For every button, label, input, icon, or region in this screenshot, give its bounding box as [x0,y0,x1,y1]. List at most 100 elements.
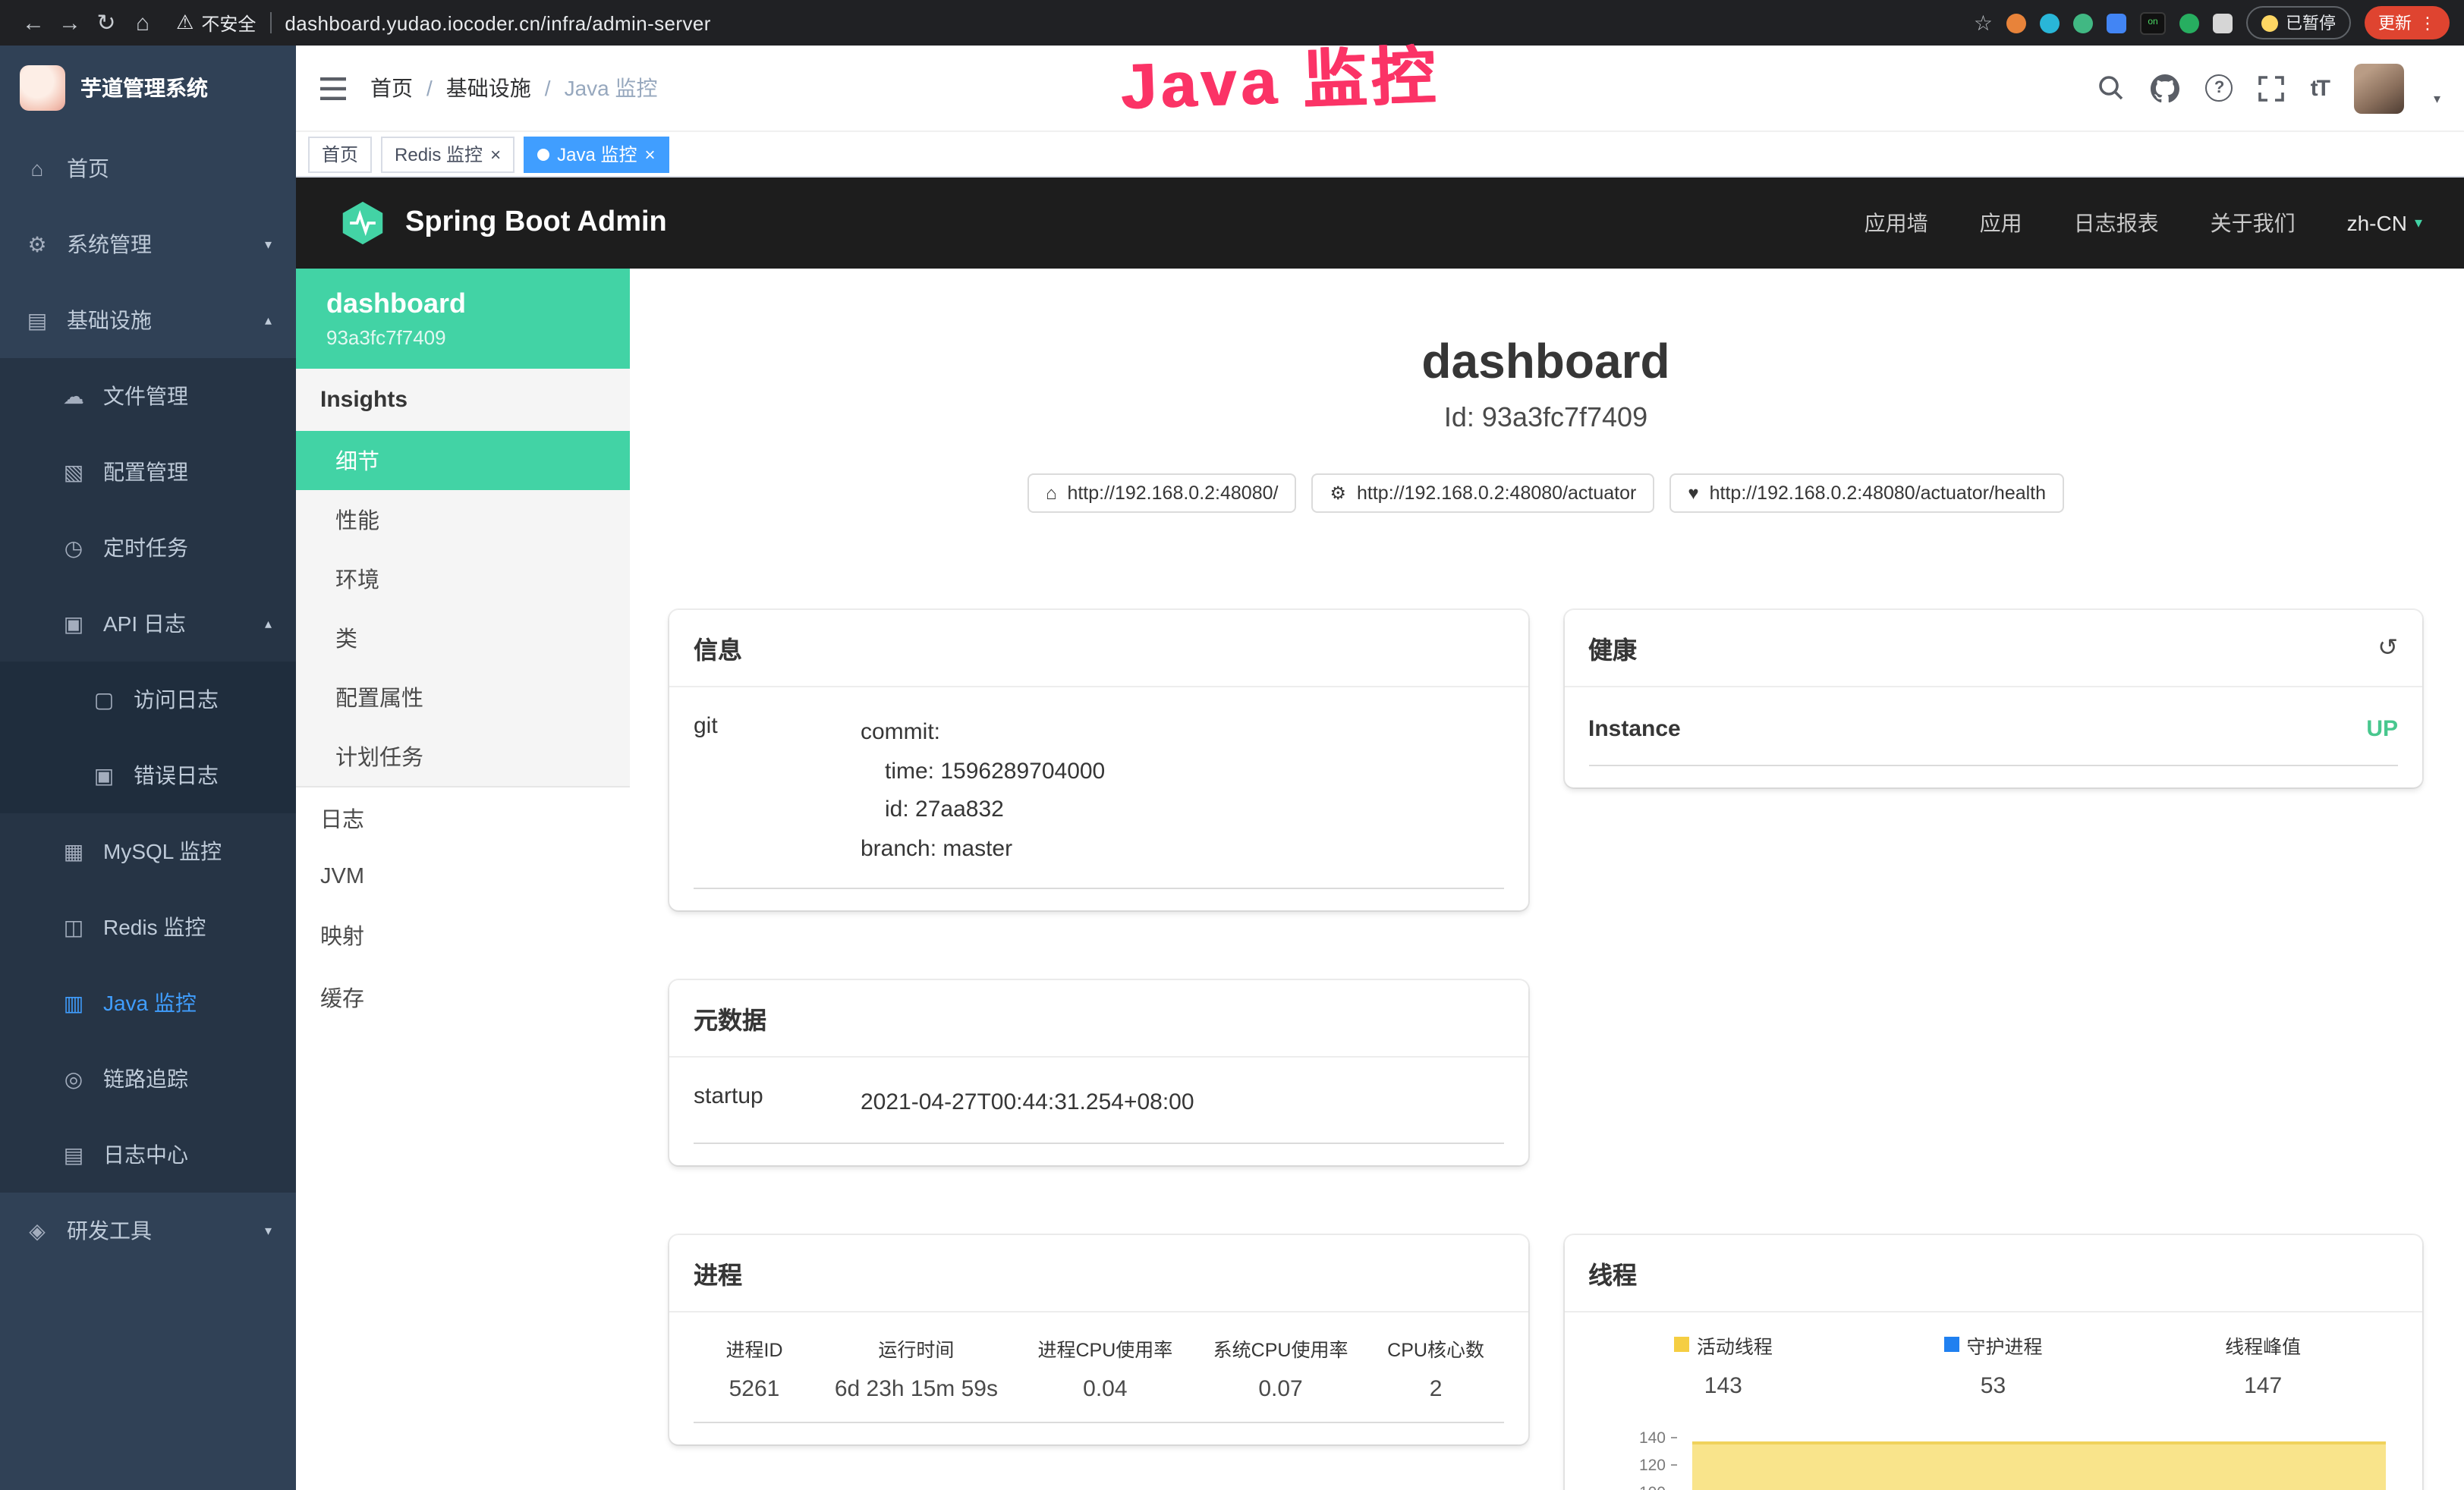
fullscreen-icon[interactable] [2259,75,2285,101]
breadcrumb-home[interactable]: 首页 [370,73,413,103]
threads-legend: 活动线程 143 守护进程 [1588,1330,2398,1398]
sidebar-item-java-monitor[interactable]: ▥ Java 监控 [0,965,296,1041]
sba-nav-wallboard[interactable]: 应用墙 [1865,208,1928,238]
menu-kebab-icon[interactable]: ⋮ [2419,13,2436,33]
cards-grid: 信息 git commit: time: 1596289704000 id: 2 [669,610,2422,1490]
extension-icon[interactable] [2179,13,2199,33]
locale-select[interactable]: zh-CN ▾ [2347,211,2422,235]
browser-home-icon[interactable]: ⌂ [124,10,161,36]
sidebar-item-cron[interactable]: ◷ 定时任务 [0,510,296,586]
sba-item-scheduled-tasks[interactable]: 计划任务 [296,727,630,786]
user-avatar[interactable] [2355,63,2405,113]
live-threads-area [1691,1441,2386,1490]
sba-nav-journal[interactable]: 日志报表 [2074,208,2159,238]
sba-brand[interactable]: Spring Boot Admin [405,206,667,240]
sba-instance-header[interactable]: dashboard 93a3fc7f7409 [296,269,630,369]
help-icon[interactable]: ? [2206,74,2233,102]
reload-icon[interactable]: ↻ [88,9,124,36]
security-label[interactable]: 不安全 [201,10,256,36]
app-logo-icon [20,65,65,111]
chevron-down-icon: ▾ [265,236,272,253]
sba-item-environment[interactable]: 环境 [296,549,630,608]
close-icon[interactable]: × [490,145,501,163]
back-icon[interactable]: ← [15,10,52,36]
sba-item-jvm[interactable]: JVM [296,850,630,904]
forward-icon[interactable]: → [52,10,88,36]
omnibox[interactable]: ⚠ 不安全 dashboard.yudao.iocoder.cn/infra/a… [176,10,711,36]
sba-item-metrics[interactable]: 性能 [296,490,630,549]
process-col-header: 系统CPU使用率 [1193,1318,1368,1365]
legend-label: 活动线程 [1697,1330,1773,1359]
sba-item-logs[interactable]: 日志 [296,787,630,850]
breadcrumb: 首页 / 基础设施 / Java 监控 [370,73,658,103]
active-dot [537,148,549,160]
eye-icon: ◎ [61,1066,87,1092]
sidebar-item-home[interactable]: ⌂ 首页 [0,130,296,206]
legend-swatch-live [1674,1337,1689,1352]
sidebar-item-config[interactable]: ▧ 配置管理 [0,434,296,510]
sidebar-item-error-log[interactable]: ▣ 错误日志 [0,737,296,813]
sba-item-classes[interactable]: 类 [296,608,630,668]
home-icon: ⌂ [24,156,50,181]
url-text[interactable]: dashboard.yudao.iocoder.cn/infra/admin-s… [285,11,710,34]
font-size-icon[interactable]: tT [2311,75,2329,101]
actuator-url-button[interactable]: ⚙ http://192.168.0.2:48080/actuator [1311,473,1654,513]
sidebar-item-devtools[interactable]: ◈ 研发工具 ▾ [0,1193,296,1268]
extension-icon[interactable] [2107,13,2126,33]
extension-icon[interactable] [2040,13,2060,33]
bookmark-star-icon[interactable]: ☆ [1974,10,1993,36]
process-card-header: 进程 [669,1234,1528,1312]
sba-item-details[interactable]: 细节 [296,431,630,490]
instance-links: ⌂ http://192.168.0.2:48080/ ⚙ http://192… [669,473,2422,513]
sidebar-item-infra[interactable]: ▤ 基础设施 ▴ [0,282,296,358]
instance-subtitle: Id: 93a3fc7f7409 [669,402,2422,434]
update-button[interactable]: 更新 ⋮ [2365,6,2450,39]
sba-item-configprops[interactable]: 配置属性 [296,668,630,727]
sidebar-item-system[interactable]: ⚙ 系统管理 ▾ [0,206,296,282]
api-log-submenu: ▢ 访问日志 ▣ 错误日志 [0,662,296,813]
sba-nav-applications[interactable]: 应用 [1980,208,2022,238]
sba-item-caches[interactable]: 缓存 [296,967,630,1029]
breadcrumb-infra[interactable]: 基础设施 [446,73,531,103]
tab-home[interactable]: 首页 [308,136,372,172]
metadata-card-header: 元数据 [669,980,1528,1058]
sidebar-item-mysql[interactable]: ▦ MySQL 监控 [0,813,296,889]
avatar-caret-icon[interactable]: ▾ [2434,90,2440,107]
health-url-button[interactable]: ♥ http://192.168.0.2:48080/actuator/heal… [1669,473,2064,513]
close-icon[interactable]: × [644,145,655,163]
home-icon: ⌂ [1046,483,1057,504]
paused-badge[interactable]: 已暂停 [2246,6,2351,39]
threads-card: 线程 活动线程 1 [1564,1234,2422,1490]
cloud-icon: ☁ [61,383,87,409]
github-icon[interactable] [2151,74,2180,102]
sba-body: dashboard 93a3fc7f7409 Insights 细节 性能 环境… [296,269,2464,1490]
sba-nav-about[interactable]: 关于我们 [2211,208,2296,238]
sidebar-item-access-log[interactable]: ▢ 访问日志 [0,662,296,737]
sidebar-item-api-log[interactable]: ▣ API 日志 ▴ [0,586,296,662]
sidebar-item-trace[interactable]: ◎ 链路追踪 [0,1041,296,1117]
hamburger-icon[interactable] [320,77,346,99]
metadata-value: 2021-04-27T00:44:31.254+08:00 [861,1083,1503,1122]
history-icon[interactable]: ↺ [2377,633,2398,663]
extension-on-icon[interactable]: on [2140,11,2166,34]
sidebar-item-log-center[interactable]: ▤ 日志中心 [0,1117,296,1193]
sba-sidebar: dashboard 93a3fc7f7409 Insights 细节 性能 环境… [296,269,630,1490]
infra-icon: ▤ [24,307,50,333]
chevron-up-icon: ▴ [265,312,272,328]
extension-icon[interactable] [2006,13,2026,33]
sba-item-mappings[interactable]: 映射 [296,904,630,967]
search-icon[interactable] [2098,74,2126,102]
sidebar-item-files[interactable]: ☁ 文件管理 [0,358,296,434]
info-key: git [694,713,861,868]
main-area: 首页 / 基础设施 / Java 监控 ? [296,46,2464,1490]
sidebar-item-redis[interactable]: ◫ Redis 监控 [0,889,296,965]
log-center-icon: ▤ [61,1142,87,1168]
threads-card-header: 线程 [1564,1234,2422,1312]
tab-redis-monitor[interactable]: Redis 监控 × [381,136,515,172]
tab-java-monitor[interactable]: Java 监控 × [524,136,669,172]
extension-icon[interactable] [2073,13,2093,33]
service-url-button[interactable]: ⌂ http://192.168.0.2:48080/ [1027,473,1297,513]
extensions-puzzle-icon[interactable] [2213,13,2233,33]
tabs-bar: 首页 Redis 监控 × Java 监控 × [296,132,2464,178]
app-logo[interactable]: 芋道管理系统 [0,46,296,130]
